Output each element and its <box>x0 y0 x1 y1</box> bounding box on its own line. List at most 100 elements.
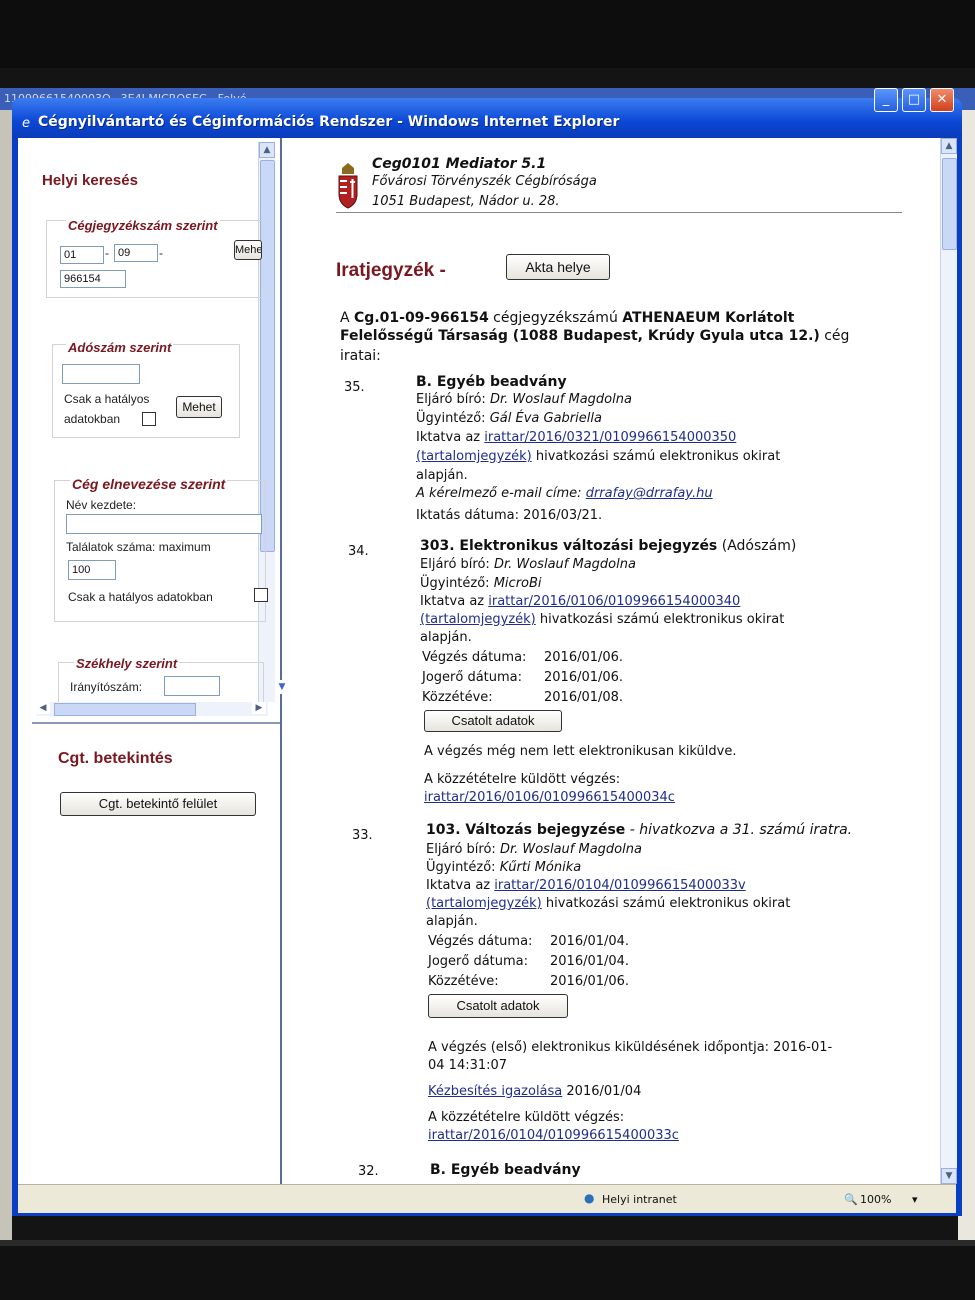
entry-34-toc-link[interactable]: (tartalomjegyzék) <box>420 612 536 627</box>
entry-34-filed: Iktatva az irattar/2016/0106/01099661540… <box>420 594 741 609</box>
entry-34-sent-link[interactable]: irattar/2016/0106/010996615400034c <box>424 790 675 805</box>
entry-33-judge: Eljáró bíró: Dr. Woslauf Magdolna <box>426 842 642 857</box>
regnum-part2-input[interactable] <box>114 244 158 262</box>
entry-34-title: 303. Elektronikus változási bejegyzés (A… <box>420 538 797 554</box>
entry-33-filed: Iktatva az irattar/2016/0104/01099661540… <box>426 878 746 893</box>
entry-33-ref: (tartalomjegyzék) hivatkozási számú elek… <box>426 896 791 911</box>
minimize-button[interactable]: _ <box>874 88 898 112</box>
tax-number-input[interactable] <box>62 364 140 384</box>
entry-33-pub-label: Közzétéve: <box>428 974 499 989</box>
main-scroll-down-icon[interactable]: ▼ <box>941 1168 957 1184</box>
zone-label: Helyi intranet <box>602 1193 677 1206</box>
entry-33-basis: alapján. <box>426 914 478 929</box>
entry-35-email-link[interactable]: drrafay@drrafay.hu <box>586 486 713 501</box>
header-divider <box>336 212 902 213</box>
left-horizontal-scrollbar[interactable]: ◀ ▶ <box>36 702 268 716</box>
entry-35-filed-link[interactable]: irattar/2016/0321/0109966154000350 <box>484 430 736 445</box>
maximize-button[interactable]: □ <box>902 88 926 112</box>
tax-only-valid-label2: adatokban <box>64 412 121 426</box>
left-search-frame: ▲ ▼ Helyi keresés Cégjegyzékszám szerint… <box>18 138 289 1184</box>
entry-34-not-sent: A végzés még nem lett elektronikusan kik… <box>424 744 737 759</box>
main-scroll-thumb[interactable] <box>942 158 957 250</box>
entry-35-judge: Eljáró bíró: Dr. Woslauf Magdolna <box>416 392 632 407</box>
app-name: Ceg0101 Mediator 5.1 <box>372 156 547 172</box>
entry-33-final-date: 2016/01/04. <box>550 954 630 969</box>
entry-35-ref: (tartalomjegyzék) hivatkozási számú elek… <box>416 449 781 464</box>
entry-35-toc-link[interactable]: (tartalomjegyzék) <box>416 449 532 464</box>
entry-34-pub-label: Közzétéve: <box>422 690 493 705</box>
main-vertical-scrollbar[interactable]: ▲ ▼ <box>940 138 957 1184</box>
scroll-left-icon[interactable]: ◀ <box>36 702 50 714</box>
entry-35-number: 35. <box>344 380 365 395</box>
entry-33-pub-date: 2016/01/06. <box>550 974 630 989</box>
intro-line3: iratai: <box>340 348 381 364</box>
crest-icon <box>338 163 358 209</box>
entry-35-email: A kérelmező e-mail címe: drrafay@drrafay… <box>416 486 713 501</box>
entry-35-clerk: Ügyintéző: Gál Éva Gabriella <box>416 411 602 426</box>
maximize-icon: □ <box>907 92 921 107</box>
entry-33-delivery-link[interactable]: Kézbesítés igazolása <box>428 1084 562 1099</box>
monitor-bezel-bottom <box>0 1240 975 1300</box>
max-results-input[interactable] <box>68 560 116 580</box>
name-start-input[interactable] <box>66 514 262 534</box>
left-hscroll-thumb[interactable] <box>54 703 196 716</box>
ie-icon: e <box>22 116 30 131</box>
zoom-dropdown-icon[interactable]: ▾ <box>912 1193 918 1206</box>
entry-34-pub-date: 2016/01/08. <box>544 690 624 705</box>
tax-legend: Adószám szerint <box>66 340 174 355</box>
window-titlebar: e Cégnyilvántartó és Céginformációs Rend… <box>12 88 962 138</box>
court-address: 1051 Budapest, Nádor u. 28. <box>372 194 560 209</box>
entry-34-order-date: 2016/01/06. <box>544 650 624 665</box>
entry-33-title: 103. Változás bejegyzése - hivatkozva a … <box>426 822 853 838</box>
entry-34-attached-button[interactable]: Csatolt adatok <box>424 710 562 732</box>
entry-34-filed-link[interactable]: irattar/2016/0106/0109966154000340 <box>488 594 740 609</box>
entry-35-date: Iktatás dátuma: 2016/03/21. <box>416 508 603 523</box>
entry-35-basis: alapján. <box>416 468 468 483</box>
regnum-part1-input[interactable] <box>60 246 104 264</box>
entry-34-basis: alapján. <box>420 630 472 645</box>
entry-33-order-label: Végzés dátuma: <box>428 934 533 949</box>
intro-line1: A Cg.01-09-966154 cégjegyzékszámú ATHENA… <box>340 310 795 326</box>
cgt-heading: Cgt. betekintés <box>58 750 173 767</box>
browser-content: ▲ ▼ Helyi keresés Cégjegyzékszám szerint… <box>18 138 957 1213</box>
main-document-frame: Ceg0101 Mediator 5.1 Fővárosi Törvényszé… <box>286 138 956 1184</box>
zoom-level[interactable]: 100% <box>860 1193 891 1206</box>
status-bar: ● Helyi intranet 🔍 100% ▾ <box>18 1184 956 1213</box>
entry-33-clerk: Ügyintéző: Kűrti Mónika <box>426 860 582 875</box>
entry-33-sent-link[interactable]: irattar/2016/0104/010996615400033c <box>428 1128 679 1143</box>
local-search-heading: Helyi keresés <box>42 172 138 189</box>
ie-window: e Cégnyilvántartó és Céginformációs Rend… <box>12 88 962 1216</box>
akta-location-button[interactable]: Akta helye <box>506 254 610 280</box>
page-title: Iratjegyzék - <box>336 260 446 281</box>
entry-33-toc-link[interactable]: (tartalomjegyzék) <box>426 896 542 911</box>
intro-line2: Felelősségű Társaság (1088 Budapest, Krú… <box>340 328 850 344</box>
entry-33-sent-label: A közzétételre küldött végzés: <box>428 1110 625 1125</box>
name-start-label: Név kezdete: <box>66 498 137 512</box>
tax-only-valid-checkbox[interactable] <box>142 412 156 426</box>
zip-label: Irányítószám: <box>70 680 143 694</box>
entry-34-order-label: Végzés dátuma: <box>422 650 527 665</box>
intranet-icon: ● <box>584 1191 595 1205</box>
close-button[interactable]: ✕ <box>930 88 954 112</box>
tax-go-button[interactable]: Mehet <box>176 396 222 418</box>
entry-33-filed-link[interactable]: irattar/2016/0104/010996615400033v <box>494 878 746 893</box>
regnum-legend: Cégjegyzékszám szerint <box>66 218 220 233</box>
regnum-go-button[interactable]: Mehet <box>234 240 262 260</box>
close-icon: ✕ <box>936 92 948 107</box>
seat-legend: Székhely szerint <box>74 656 180 671</box>
entry-34-ref: (tartalomjegyzék) hivatkozási számú elek… <box>420 612 785 627</box>
scroll-right-icon[interactable]: ▶ <box>252 702 266 714</box>
scroll-up-icon[interactable]: ▲ <box>259 142 275 158</box>
regnum-part3-input[interactable] <box>60 270 126 288</box>
cgt-view-button[interactable]: Cgt. betekintő felület <box>60 792 256 816</box>
entry-34-final-date: 2016/01/06. <box>544 670 624 685</box>
window-title: Cégnyilvántartó és Céginformációs Rendsz… <box>38 114 620 130</box>
zoom-icon: 🔍 <box>844 1193 858 1206</box>
name-only-valid-checkbox[interactable] <box>254 588 268 602</box>
entry-33-first-sent-2: 04 14:31:07 <box>428 1058 508 1073</box>
entry-33-order-date: 2016/01/04. <box>550 934 630 949</box>
zip-input[interactable] <box>164 676 220 696</box>
tax-only-valid-label1: Csak a hatályos <box>64 392 150 406</box>
main-scroll-up-icon[interactable]: ▲ <box>941 138 957 154</box>
entry-33-attached-button[interactable]: Csatolt adatok <box>428 994 568 1018</box>
